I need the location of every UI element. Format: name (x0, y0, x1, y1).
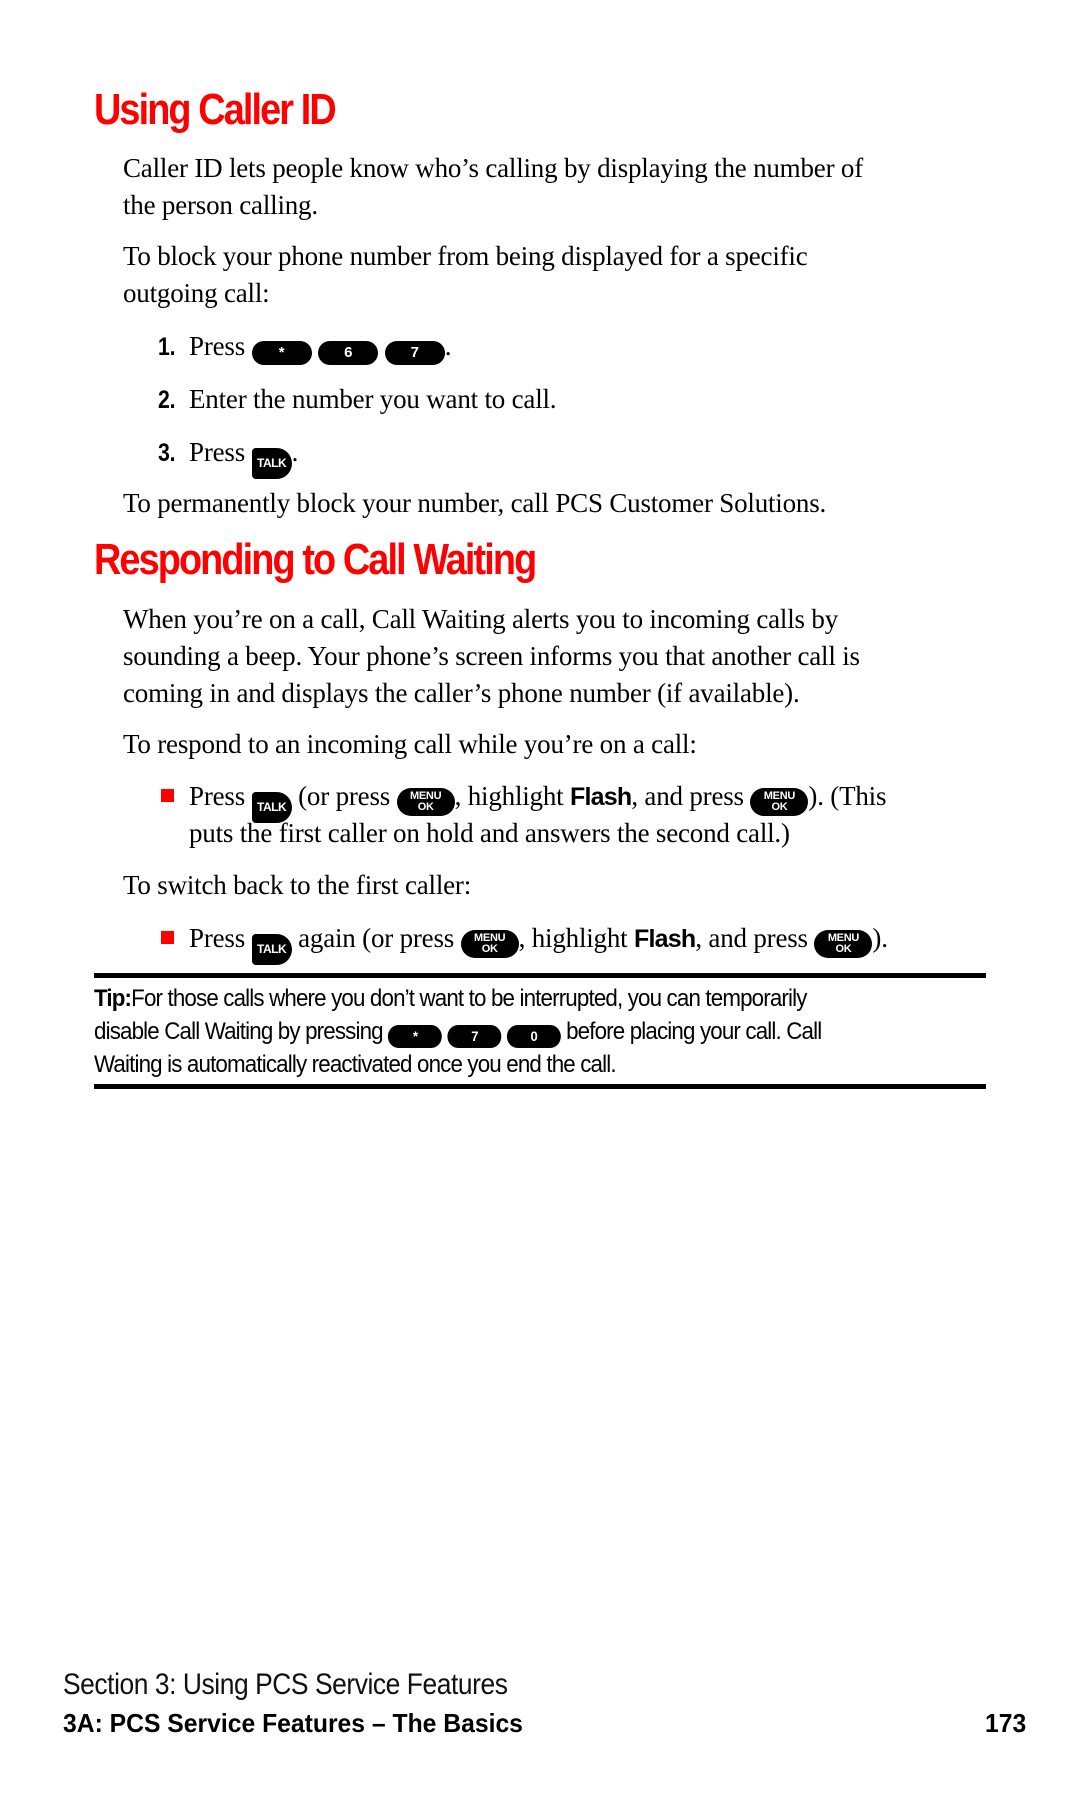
flash-option: Flash (570, 783, 632, 811)
footer-section-title: Section 3: Using PCS Service Features (63, 1668, 508, 1701)
text: For those calls where you don’t want to … (131, 985, 807, 1012)
bullet1-line2: puts the first caller on hold and answer… (189, 818, 790, 848)
permanent-block-note: To permanently block your number, call P… (123, 488, 827, 518)
six-key-icon: 6 (318, 341, 379, 365)
caller-id-description-line1: Caller ID lets people know who’s calling… (123, 153, 864, 183)
heading-using-caller-id: Using Caller ID (94, 85, 337, 134)
zero-key-icon: 0 (506, 1025, 561, 1048)
text: , and press (631, 781, 744, 811)
tip-line3: Waiting is automatically reactivated onc… (94, 1051, 617, 1078)
text: Press (189, 923, 246, 953)
tip-line2: disable Call Waiting by pressing * 7 0 b… (94, 1015, 822, 1048)
switch-intro: To switch back to the first caller: (123, 870, 471, 900)
tip-label: Tip: (94, 985, 132, 1012)
text: , highlight (454, 781, 564, 811)
bullet-square (161, 789, 174, 807)
call-waiting-description-line3: coming in and displays the caller’s phon… (123, 678, 800, 708)
text: disable Call Waiting by pressing (94, 1018, 384, 1045)
text: (or press (298, 781, 391, 811)
step-3: 3. Press TALK. (158, 434, 298, 479)
step-number: 3. (158, 439, 176, 467)
tip-top-rule (94, 973, 986, 978)
text: , and press (695, 923, 808, 953)
star-key-icon: * (251, 341, 312, 365)
call-waiting-description-line1: When you’re on a call, Call Waiting aler… (123, 604, 838, 634)
talk-key-icon: TALK (251, 934, 292, 965)
respond-intro: To respond to an incoming call while you… (123, 729, 697, 759)
step-text: Press (189, 437, 246, 467)
call-waiting-description-line2: sounding a beep. Your phone’s screen inf… (123, 641, 860, 671)
step-1: 1. Press * 6 7. (158, 328, 451, 366)
caller-id-description-line2: the person calling. (123, 190, 318, 220)
talk-key-icon: TALK (251, 448, 292, 479)
text: Press (189, 781, 246, 811)
text: again (or press (298, 923, 455, 953)
flash-option: Flash (634, 925, 696, 953)
step-text: Press (189, 331, 246, 361)
step-text: Enter the number you want to call. (189, 384, 557, 414)
star-key-icon: * (388, 1025, 443, 1048)
block-intro-line1: To block your phone number from being di… (123, 241, 808, 271)
tip-line1: Tip:For those calls where you don’t want… (94, 982, 807, 1015)
block-intro-line2: outgoing call: (123, 278, 270, 308)
text: , highlight (518, 923, 628, 953)
text: before placing your call. Call (566, 1018, 822, 1045)
text: ). (872, 923, 888, 953)
footer-chapter-title: 3A: PCS Service Features – The Basics (63, 1708, 523, 1738)
menu-ok-key-icon: MENU OK (460, 930, 519, 958)
menu-ok-key-icon: MENU OK (814, 930, 873, 958)
bullet2-line1: Press TALK again (or press MENU OK, highl… (189, 920, 888, 965)
text: ). (This (808, 781, 887, 811)
menu-ok-key-icon: MENU OK (750, 788, 809, 816)
page-number: 173 (985, 1708, 1027, 1738)
step-number: 1. (158, 333, 176, 361)
period: . (291, 437, 299, 467)
bullet-square (161, 931, 174, 949)
step-2: 2. Enter the number you want to call. (158, 381, 557, 419)
seven-key-icon: 7 (384, 341, 445, 365)
heading-call-waiting: Responding to Call Waiting (94, 535, 537, 584)
seven-key-icon: 7 (447, 1025, 502, 1048)
menu-ok-key-icon: MENU OK (396, 788, 455, 816)
tip-bottom-rule (94, 1084, 986, 1089)
period: . (444, 331, 452, 361)
step-number: 2. (158, 386, 176, 414)
